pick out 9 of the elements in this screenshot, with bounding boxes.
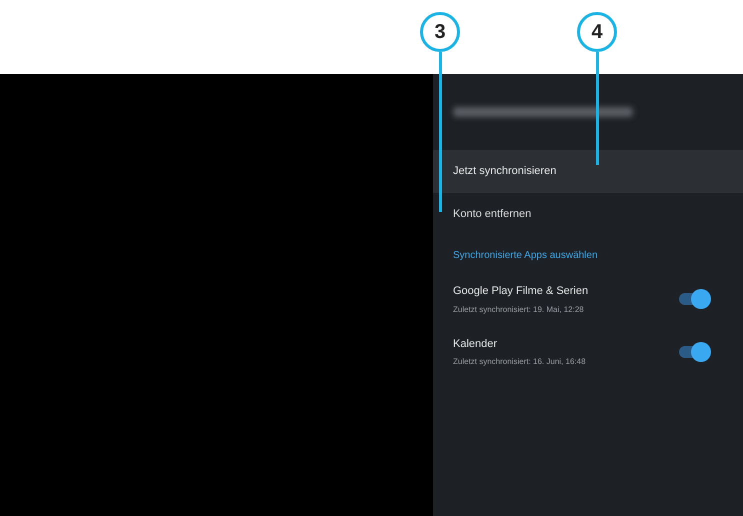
app-name: Kalender xyxy=(453,336,498,352)
callout-number: 4 xyxy=(577,12,617,52)
section-header: Synchronisierte Apps auswählen xyxy=(452,249,599,263)
sync-time: Zuletzt synchronisiert: 19. Mai, 12:28 xyxy=(453,304,585,316)
sync-time: Zuletzt synchronisiert: 16. Juni, 16:48 xyxy=(453,356,587,368)
app-name: Google Play Filme & Serien xyxy=(453,284,590,299)
callout-number: 3 xyxy=(420,12,460,52)
menu-item[interactable]: Jetzt synchronisieren xyxy=(433,150,743,193)
menu-item[interactable]: Konto entfernen xyxy=(433,193,743,236)
